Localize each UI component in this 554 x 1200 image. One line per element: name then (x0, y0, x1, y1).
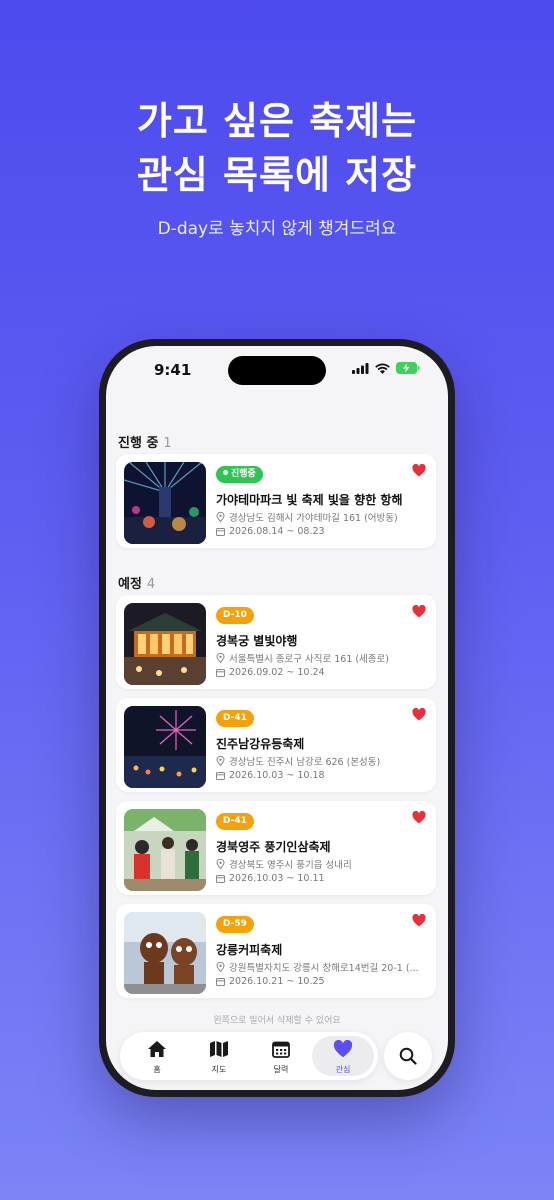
tab-home[interactable]: 홈 (126, 1036, 188, 1076)
section-upcoming-title: 예정 4 (118, 573, 155, 592)
festival-address: 경상남도 김해시 가야테마길 161 (어방동) (229, 513, 398, 524)
festival-dates: 2026.08.14 ~ 08.23 (229, 526, 325, 537)
festival-address-row: 경상북도 영주시 풍기읍 성내리 (216, 857, 426, 871)
festival-thumbnail (124, 462, 206, 544)
promo-subheadline: D-day로 놓치지 않게 챙겨드려요 (157, 219, 397, 239)
festival-thumbnail (124, 706, 206, 788)
promo-headline: 가고 싶은 축제는 관심 목록에 저장 (0, 94, 554, 202)
tab-favorites-label: 관심 (335, 1065, 351, 1074)
tab-calendar-label: 달력 (273, 1065, 289, 1074)
app-screen: 9:41 진행 중 1 진행중 가야테마파크 빛 축제 빛을 향한 항해 경상남도… (106, 346, 448, 1090)
bottom-tab-bar: 홈 지도 달력 관심 (120, 1032, 378, 1080)
festival-date-row: 2026.10.03 ~ 10.11 (216, 873, 426, 884)
dynamic-island (228, 356, 326, 385)
location-pin-icon (216, 653, 225, 663)
search-icon (399, 1047, 417, 1065)
map-icon (210, 1041, 228, 1057)
festival-address: 경상북도 영주시 풍기읍 성내리 (229, 860, 352, 871)
calendar-small-icon (216, 669, 225, 677)
calendar-icon (272, 1041, 290, 1058)
festival-card[interactable]: D-41 진주남강유등축제 경상남도 진주시 남강로 626 (본성동) 202… (116, 698, 436, 792)
wifi-icon (375, 363, 390, 374)
section-ongoing-title: 진행 중 1 (118, 432, 172, 451)
swipe-delete-hint: 왼쪽으로 밀어서 삭제할 수 있어요 (213, 1016, 341, 1026)
tab-map[interactable]: 지도 (188, 1036, 250, 1076)
favorite-heart-icon[interactable] (412, 708, 426, 721)
location-pin-icon (216, 962, 225, 972)
festival-address: 경상남도 진주시 남강로 626 (본성동) (229, 757, 381, 768)
search-button[interactable] (384, 1032, 432, 1080)
festival-card[interactable]: 진행중 가야테마파크 빛 축제 빛을 향한 항해 경상남도 김해시 가야테마길 … (116, 454, 436, 548)
heart-icon (333, 1039, 353, 1058)
location-pin-icon (216, 512, 225, 522)
festival-card[interactable]: D-10 경복궁 별빛야행 서울특별시 종로구 사직로 161 (세종로) 20… (116, 595, 436, 689)
festival-dates: 2026.10.21 ~ 10.25 (229, 976, 325, 987)
festival-dates: 2026.10.03 ~ 10.11 (229, 873, 325, 884)
festival-date-row: 2026.10.21 ~ 10.25 (216, 976, 426, 987)
dday-badge: D-41 (216, 813, 254, 830)
festival-date-row: 2026.10.03 ~ 10.18 (216, 770, 426, 781)
festival-dates: 2026.10.03 ~ 10.18 (229, 770, 325, 781)
festival-address-row: 경상남도 진주시 남강로 626 (본성동) (216, 754, 426, 768)
festival-thumbnail (124, 603, 206, 685)
dday-badge: D-10 (216, 607, 254, 624)
festival-address: 강원특별자치도 강릉시 창해로14번길 20-1 (... (229, 963, 419, 974)
favorite-heart-icon[interactable] (412, 464, 426, 477)
festival-card[interactable]: D-41 경북영주 풍기인삼축제 경상북도 영주시 풍기읍 성내리 2026.1… (116, 801, 436, 895)
tab-favorites[interactable]: 관심 (312, 1036, 374, 1076)
calendar-small-icon (216, 978, 225, 986)
dday-badge: D-41 (216, 710, 254, 727)
location-pin-icon (216, 756, 225, 766)
section-ongoing-label: 진행 중 (118, 436, 159, 451)
promo-headline-line1: 가고 싶은 축제는 (136, 99, 418, 143)
festival-date-row: 2026.09.02 ~ 10.24 (216, 667, 426, 678)
favorite-heart-icon[interactable] (412, 811, 426, 824)
status-icons (352, 362, 420, 374)
tab-map-label: 지도 (211, 1065, 227, 1074)
status-badge-live: 진행중 (216, 466, 263, 483)
home-icon (148, 1041, 166, 1057)
location-pin-icon (216, 859, 225, 869)
festival-thumbnail (124, 912, 206, 994)
festival-thumbnail (124, 809, 206, 891)
festival-title: 가야테마파크 빛 축제 빛을 향한 항해 (216, 493, 403, 507)
festival-title: 진주남강유등축제 (216, 737, 305, 751)
phone-frame: 9:41 진행 중 1 진행중 가야테마파크 빛 축제 빛을 향한 항해 경상남도… (99, 339, 455, 1097)
battery-charging-icon (396, 362, 420, 374)
tab-calendar[interactable]: 달력 (250, 1036, 312, 1076)
section-upcoming-count: 4 (146, 577, 156, 592)
calendar-small-icon (216, 528, 225, 536)
festival-title: 경복궁 별빛야행 (216, 634, 298, 648)
section-ongoing-count: 1 (163, 436, 172, 451)
tab-home-label: 홈 (153, 1065, 161, 1074)
festival-title: 경북영주 풍기인삼축제 (216, 840, 331, 854)
festival-address-row: 경상남도 김해시 가야테마길 161 (어방동) (216, 510, 426, 524)
promo-headline-line2: 관심 목록에 저장 (136, 153, 418, 197)
calendar-small-icon (216, 875, 225, 883)
live-dot-icon (223, 470, 228, 475)
festival-title: 강릉커피축제 (216, 943, 283, 957)
signal-icon (352, 362, 369, 374)
festival-address-row: 서울특별시 종로구 사직로 161 (세종로) (216, 651, 426, 665)
dday-badge: D-59 (216, 916, 254, 933)
festival-dates: 2026.09.02 ~ 10.24 (229, 667, 325, 678)
favorite-heart-icon[interactable] (412, 914, 426, 927)
favorite-heart-icon[interactable] (412, 605, 426, 618)
festival-address-row: 강원특별자치도 강릉시 창해로14번길 20-1 (... (216, 960, 426, 974)
status-time: 9:41 (154, 361, 192, 379)
section-upcoming-label: 예정 (118, 577, 142, 592)
festival-date-row: 2026.08.14 ~ 08.23 (216, 526, 426, 537)
calendar-small-icon (216, 772, 225, 780)
status-badge-label: 진행중 (231, 469, 256, 479)
festival-card[interactable]: D-59 강릉커피축제 강원특별자치도 강릉시 창해로14번길 20-1 (..… (116, 904, 436, 998)
festival-address: 서울특별시 종로구 사직로 161 (세종로) (229, 654, 389, 665)
